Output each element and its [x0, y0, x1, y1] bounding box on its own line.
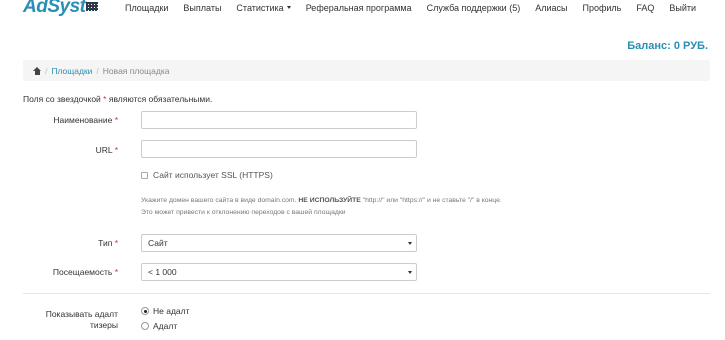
nav-item-statistics[interactable]: Статистика: [236, 3, 291, 13]
caret-down-icon: [286, 6, 291, 9]
balance-display: Баланс: 0 РУБ.: [627, 40, 708, 52]
dropdown-arrow-icon: [408, 271, 412, 274]
ssl-checkbox-label: Сайт использует SSL (HTTPS): [153, 170, 273, 180]
home-icon[interactable]: [33, 66, 41, 75]
nav-item-support[interactable]: Служба поддержки (5): [427, 3, 521, 13]
url-hint-line1: Укажите домен вашего сайта в виде domain…: [141, 197, 502, 204]
adsyst-logo[interactable]: AdSyst: [23, 0, 99, 18]
ssl-checkbox-row[interactable]: Сайт использует SSL (HTTPS): [141, 170, 273, 180]
url-hint-line2: Это может привести к отклонению переходо…: [141, 209, 346, 216]
adult-teasers-label: Показывать адалт тизеры: [45, 309, 118, 330]
name-label: Наименование *: [53, 115, 118, 125]
ssl-checkbox[interactable]: [141, 171, 148, 179]
top-navbar: AdSyst Площадки Выплаты Статистика Рефер…: [0, 0, 725, 17]
required-fields-note: Поля со звездочкой * являются обязательн…: [23, 94, 213, 104]
breadcrumb-current: Новая площадка: [102, 65, 170, 76]
radio-adult-input[interactable]: [141, 322, 149, 330]
url-label: URL *: [95, 145, 118, 155]
nav-item-faq[interactable]: FAQ: [636, 3, 654, 13]
logo-grid-icon: [86, 2, 99, 11]
section-divider: [23, 293, 710, 294]
radio-adult-label: Адалт: [153, 321, 178, 331]
breadcrumb-separator: /: [45, 65, 48, 76]
radio-not-adult-input[interactable]: [141, 307, 149, 315]
name-input[interactable]: [141, 111, 417, 129]
type-select[interactable]: Сайт: [141, 234, 417, 252]
traffic-select[interactable]: < 1 000: [141, 263, 417, 281]
radio-not-adult[interactable]: Не адалт: [141, 306, 190, 316]
nav-item-payouts[interactable]: Выплаты: [183, 3, 221, 13]
nav-item-profile[interactable]: Профиль: [582, 3, 621, 13]
nav-item-platforms[interactable]: Площадки: [125, 3, 168, 13]
breadcrumb-platforms-link[interactable]: Площадки: [51, 66, 92, 76]
radio-adult[interactable]: Адалт: [141, 321, 177, 331]
breadcrumb: / Площадки / Новая площадка: [23, 60, 710, 81]
main-nav: Площадки Выплаты Статистика Реферальная …: [110, 3, 696, 13]
url-input[interactable]: [141, 140, 417, 158]
type-label: Тип *: [98, 238, 118, 248]
radio-not-adult-label: Не адалт: [153, 306, 190, 316]
traffic-label: Посещаемость *: [52, 267, 118, 277]
nav-item-logout[interactable]: Выйти: [669, 3, 696, 13]
nav-item-referral[interactable]: Реферальная программа: [306, 3, 412, 13]
nav-item-aliases[interactable]: Алиасы: [535, 3, 567, 13]
dropdown-arrow-icon: [408, 242, 412, 245]
breadcrumb-separator: /: [96, 65, 99, 76]
